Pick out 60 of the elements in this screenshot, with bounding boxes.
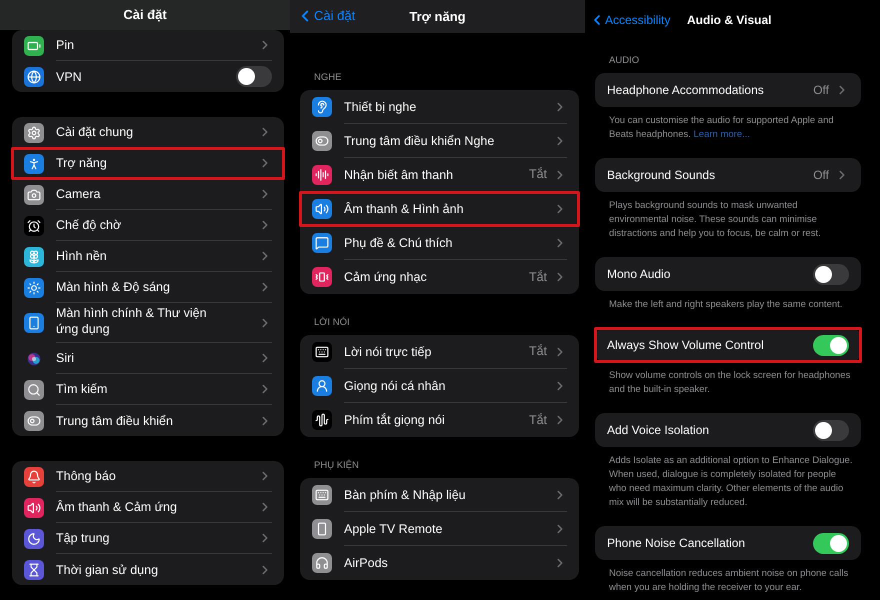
footer-note: Adds Isolate as an additional option to Enhance Dialogue. When used, dialogue is completely isolated for people who need maximum clarity. Other elements of the audio mix will be substantially reduced. xyxy=(608,454,854,510)
row-value: Off xyxy=(813,167,829,184)
row-label[interactable]: Tập trung xyxy=(56,530,110,546)
row-value: Tắt xyxy=(528,343,547,360)
row-label[interactable]: Màn hình chính & Thư viện ứng dụng xyxy=(56,304,216,336)
footer-note: Show volume controls on the lock screen for headphones and the built-in speaker. xyxy=(608,369,852,397)
footer-note: Noise cancellation reduces ambient noise on phone calls when you are holding the receiver to your ear. xyxy=(608,567,850,595)
row-label[interactable]: Nhận biết âm thanh xyxy=(344,166,454,182)
toggle-switch[interactable] xyxy=(813,420,849,440)
footer-note: Make the left and right speakers play the same content. xyxy=(608,298,844,312)
row-value: Off xyxy=(813,82,829,99)
row-label[interactable]: Background Sounds xyxy=(607,167,716,183)
row-label[interactable]: Thời gian sử dụng xyxy=(56,562,158,578)
row-label[interactable]: Âm thanh & Hình ảnh xyxy=(344,200,464,216)
row-label[interactable]: Add Voice Isolation xyxy=(607,422,710,438)
row-value: Tắt xyxy=(528,412,547,429)
row-value: Tắt xyxy=(528,166,547,184)
row-label[interactable]: Camera xyxy=(56,186,100,202)
row-label[interactable]: Mono Audio xyxy=(607,266,670,282)
row-label[interactable]: Phụ đề & Chú thích xyxy=(344,234,452,250)
row-label[interactable]: Pin xyxy=(56,37,74,53)
row-label[interactable]: Thông báo xyxy=(56,468,116,484)
toggle-switch[interactable] xyxy=(813,532,849,554)
toggle-switch[interactable] xyxy=(813,334,849,356)
row-label[interactable]: AirPods xyxy=(344,555,388,571)
row-label[interactable]: Trung tâm điều khiển xyxy=(56,412,173,428)
toggle-switch[interactable] xyxy=(236,66,272,87)
row-label[interactable]: Cảm ứng nhạc xyxy=(344,269,427,285)
toggle-switch[interactable] xyxy=(813,264,849,284)
row-value: Tắt xyxy=(528,268,547,286)
row-label[interactable]: Trợ năng xyxy=(56,155,107,171)
row-label[interactable]: Màn hình & Độ sáng xyxy=(56,279,170,295)
row-label[interactable]: Cài đặt chung xyxy=(56,124,134,140)
nav-title: Trợ năng xyxy=(409,8,466,26)
row-label[interactable]: Chế độ chờ xyxy=(56,217,122,233)
row-label[interactable]: Siri xyxy=(56,350,74,366)
row-label[interactable]: Trung tâm điều khiển Nghe xyxy=(344,132,494,148)
row-label[interactable]: Âm thanh & Cảm ứng xyxy=(56,499,177,515)
row-label[interactable]: VPN xyxy=(56,68,82,84)
row-label[interactable]: Hình nền xyxy=(56,248,107,264)
row-label[interactable]: Phím tắt giọng nói xyxy=(344,412,445,428)
row-label[interactable]: Thiết bị nghe xyxy=(344,98,416,114)
footer-note: You can customise the audio for supported Apple and Beats headphones. Learn more... xyxy=(608,114,835,142)
row-label[interactable]: Lời nói trực tiếp xyxy=(344,344,432,360)
nav-title: Audio & Visual xyxy=(687,12,772,29)
row-label[interactable]: Always Show Volume Control xyxy=(607,337,764,353)
row-label[interactable]: Headphone Accommodations xyxy=(607,82,764,98)
section-label: PHỤ KIỆN xyxy=(314,458,359,473)
nav-title: Cài đặt xyxy=(123,6,167,24)
row-label[interactable]: Apple TV Remote xyxy=(344,520,442,536)
row-label[interactable]: Giọng nói cá nhân xyxy=(344,378,446,394)
footer-note: Plays background sounds to mask unwanted environmental noise. These sounds can minimise distractions and help you to focus, be calm or rest. xyxy=(608,199,822,241)
section-label: NGHE xyxy=(314,70,342,85)
row-label[interactable]: Bàn phím & Nhập liệu xyxy=(344,486,466,502)
back-button[interactable]: Cài đặt xyxy=(296,6,356,26)
section-label: AUDIO xyxy=(609,54,640,68)
row-label[interactable]: Tìm kiếm xyxy=(56,381,108,397)
section-label: LỜI NÓI xyxy=(314,316,350,330)
row-label[interactable]: Phone Noise Cancellation xyxy=(607,535,746,551)
back-button[interactable]: Accessibility xyxy=(589,11,687,29)
